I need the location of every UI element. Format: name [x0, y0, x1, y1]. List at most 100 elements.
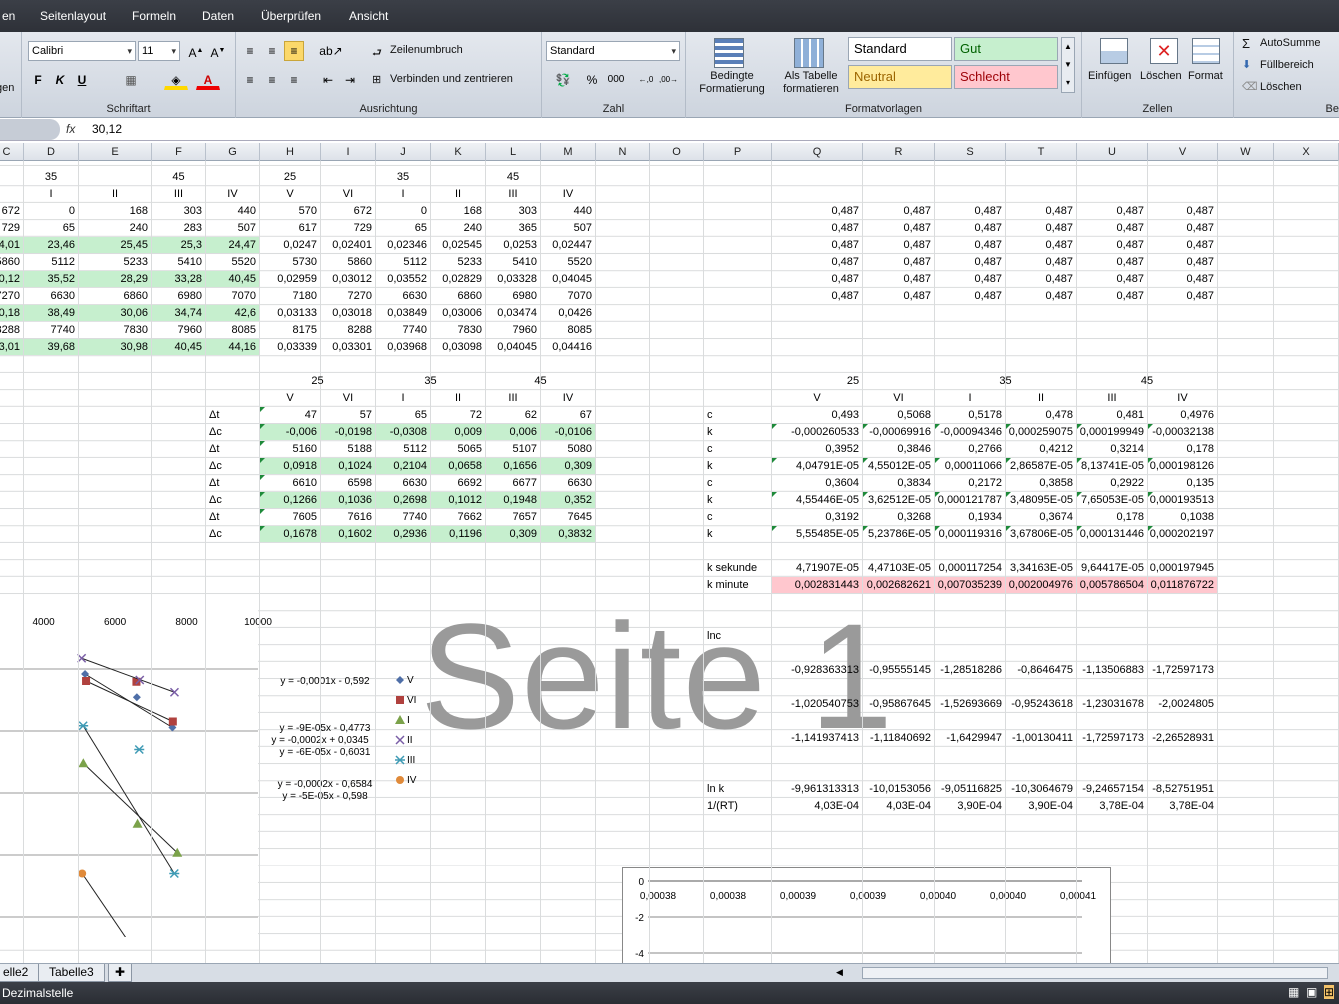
- rt-cell[interactable]: 3,78E-04: [1077, 798, 1147, 814]
- thousands-button[interactable]: 000: [604, 70, 628, 90]
- data-cell[interactable]: 40,45: [152, 339, 205, 355]
- delta-label[interactable]: Δc: [206, 492, 259, 508]
- data-cell[interactable]: 0,0426: [541, 305, 595, 321]
- delta-cell[interactable]: 0,1266: [260, 492, 320, 508]
- data-cell[interactable]: 6980: [152, 288, 205, 304]
- data-cell[interactable]: 0: [24, 203, 78, 219]
- delta-label[interactable]: Δt: [206, 441, 259, 457]
- ck-cell[interactable]: 5,55485E-05: [772, 526, 862, 542]
- const-cell[interactable]: 0,487: [1148, 288, 1217, 304]
- ck-cell[interactable]: 0,4976: [1148, 407, 1217, 423]
- delta-cell[interactable]: 5112: [376, 441, 430, 457]
- delta-temp-header[interactable]: 25: [260, 373, 375, 389]
- column-header-p[interactable]: P: [704, 143, 772, 161]
- underline-button[interactable]: U: [72, 70, 92, 90]
- data-cell[interactable]: 440: [541, 203, 595, 219]
- column-header-l[interactable]: L: [486, 143, 541, 161]
- header-cell[interactable]: I: [376, 186, 430, 202]
- lnc-cell[interactable]: -1,52693669: [935, 696, 1005, 712]
- data-cell[interactable]: 617: [260, 220, 320, 236]
- data-cell[interactable]: 65: [24, 220, 78, 236]
- k-sekunde-cell[interactable]: 0,000197945: [1148, 560, 1217, 576]
- k-minute-cell[interactable]: 0,011876722: [1148, 577, 1217, 593]
- right-series-header[interactable]: IV: [1148, 390, 1217, 406]
- k-minute-cell[interactable]: 0,005786504: [1077, 577, 1147, 593]
- header-cell[interactable]: I: [0, 186, 23, 202]
- lnc-label[interactable]: lnc: [704, 628, 771, 644]
- style-standard[interactable]: Standard: [848, 37, 952, 61]
- ck-cell[interactable]: 3,62512E-05: [863, 492, 934, 508]
- data-cell[interactable]: 5410: [486, 254, 540, 270]
- data-cell[interactable]: 28,29: [79, 271, 151, 287]
- column-header-w[interactable]: W: [1218, 143, 1274, 161]
- k-sekunde-cell[interactable]: 0,000117254: [935, 560, 1005, 576]
- const-cell[interactable]: 0,487: [1077, 237, 1147, 253]
- k-minute-label[interactable]: k minute: [704, 577, 771, 593]
- delta-cell[interactable]: 6630: [541, 475, 595, 491]
- const-cell[interactable]: 0,487: [935, 288, 1005, 304]
- right-temp-header[interactable]: 35: [935, 373, 1076, 389]
- ck-cell[interactable]: 0,3834: [863, 475, 934, 491]
- delta-cell[interactable]: 0,352: [541, 492, 595, 508]
- delta-cell[interactable]: 0,1602: [321, 526, 375, 542]
- header-cell[interactable]: 35: [376, 169, 430, 185]
- delta-cell[interactable]: 6610: [260, 475, 320, 491]
- rt-cell[interactable]: 4,03E-04: [863, 798, 934, 814]
- const-cell[interactable]: 0,487: [1077, 254, 1147, 270]
- paste-label[interactable]: gen: [0, 82, 14, 94]
- insert-button[interactable]: Einfügen: [1088, 70, 1131, 82]
- data-cell[interactable]: 0,0253: [486, 237, 540, 253]
- lnk-cell[interactable]: -9,24657154: [1077, 781, 1147, 797]
- data-cell[interactable]: 0,04416: [541, 339, 595, 355]
- tab-start[interactable]: en: [2, 9, 15, 23]
- ck-cell[interactable]: 0,178: [1077, 509, 1147, 525]
- data-cell[interactable]: 34,74: [152, 305, 205, 321]
- ck-label[interactable]: c: [704, 407, 771, 423]
- delta-cell[interactable]: 0,2936: [376, 526, 430, 542]
- data-cell[interactable]: 303: [152, 203, 205, 219]
- const-cell[interactable]: 0,487: [1006, 237, 1076, 253]
- align-middle-icon[interactable]: ≡: [262, 41, 282, 61]
- lnc-cell[interactable]: -2,0024805: [1148, 696, 1217, 712]
- ck-cell[interactable]: 0,3952: [772, 441, 862, 457]
- ck-label[interactable]: c: [704, 441, 771, 457]
- align-bottom-icon[interactable]: ≡: [284, 41, 304, 61]
- lnc-cell[interactable]: -1,72597173: [1148, 662, 1217, 678]
- percent-button[interactable]: %: [582, 70, 602, 90]
- delta-cell[interactable]: -0,0308: [376, 424, 430, 440]
- column-header-t[interactable]: T: [1006, 143, 1077, 161]
- styles-scroll[interactable]: ▲ ▼ ▾: [1061, 37, 1075, 93]
- ck-cell[interactable]: 8,13741E-05: [1077, 458, 1147, 474]
- align-top-icon[interactable]: ≡: [240, 41, 260, 61]
- delta-cell[interactable]: 7616: [321, 509, 375, 525]
- lnc-cell[interactable]: -0,95867645: [863, 696, 934, 712]
- worksheet-grid[interactable]: 4000 6000 8000 10000 y = -0,0001x - 0,592 y =…: [0, 161, 1339, 963]
- normal-view-icon[interactable]: ▦: [1288, 985, 1299, 999]
- column-header-n[interactable]: N: [596, 143, 650, 161]
- delta-cell[interactable]: 0,2104: [376, 458, 430, 474]
- const-cell[interactable]: 0,487: [772, 288, 862, 304]
- ck-cell[interactable]: 0,000193513: [1148, 492, 1217, 508]
- k-sekunde-cell[interactable]: 4,47103E-05: [863, 560, 934, 576]
- merge-center-button[interactable]: Verbinden und zentrieren: [390, 73, 513, 85]
- ck-cell[interactable]: 0,000121787: [935, 492, 1005, 508]
- ck-cell[interactable]: 3,67806E-05: [1006, 526, 1076, 542]
- column-header-e[interactable]: E: [79, 143, 152, 161]
- const-cell[interactable]: 0,487: [863, 254, 934, 270]
- data-cell[interactable]: 7070: [206, 288, 259, 304]
- tab-seitenlayout[interactable]: Seitenlayout: [40, 9, 106, 23]
- delta-cell[interactable]: 0,0918: [260, 458, 320, 474]
- delta-cell[interactable]: 0,1948: [486, 492, 540, 508]
- delta-label[interactable]: Δc: [206, 458, 259, 474]
- data-cell[interactable]: 440: [206, 203, 259, 219]
- header-cell[interactable]: 35: [24, 169, 78, 185]
- delta-series-header[interactable]: VI: [321, 390, 375, 406]
- header-cell[interactable]: III: [486, 186, 540, 202]
- k-minute-cell[interactable]: 0,002004976: [1006, 577, 1076, 593]
- delta-cell[interactable]: 0,309: [486, 526, 540, 542]
- delta-cell[interactable]: 7645: [541, 509, 595, 525]
- increase-indent-icon[interactable]: ⇥: [340, 70, 360, 90]
- ck-cell[interactable]: 0,135: [1148, 475, 1217, 491]
- delta-cell[interactable]: 7605: [260, 509, 320, 525]
- delta-label[interactable]: Δt: [206, 407, 259, 423]
